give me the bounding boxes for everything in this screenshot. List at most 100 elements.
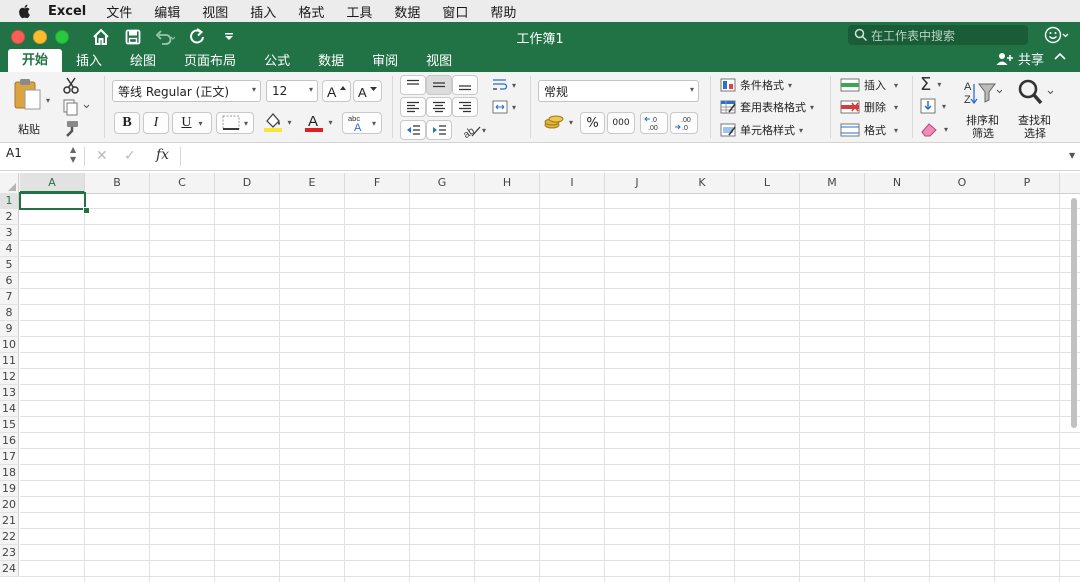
find-select-button[interactable]: 查找和 选择 [1014, 78, 1058, 140]
home-button[interactable] [90, 26, 112, 48]
copy-button[interactable] [62, 98, 90, 120]
font-name-select[interactable]: 等线 Regular (正文) ▾ [112, 80, 261, 102]
row-header-11[interactable]: 11 [0, 353, 19, 369]
merge-center-button[interactable]: ▾ [486, 97, 522, 117]
insert-cells-button[interactable]: 插入 ▾ [840, 77, 898, 93]
sheet-search-input[interactable]: 在工作表中搜索 [848, 25, 1028, 45]
column-header-i[interactable]: I [540, 173, 605, 193]
decrease-indent-button[interactable] [400, 120, 426, 140]
name-box[interactable]: A1 [6, 146, 22, 160]
apple-icon[interactable] [16, 2, 34, 20]
align-right-button[interactable] [452, 97, 478, 117]
align-bottom-button[interactable] [452, 75, 478, 95]
underline-button[interactable]: U ▾ [172, 112, 212, 134]
column-header-m[interactable]: M [800, 173, 865, 193]
column-header-l[interactable]: L [735, 173, 800, 193]
row-header-15[interactable]: 15 [0, 417, 19, 433]
tab-home[interactable]: 开始 [8, 49, 63, 72]
column-header-f[interactable]: F [345, 173, 410, 193]
italic-button[interactable]: I [143, 112, 169, 134]
column-header-e[interactable]: E [280, 173, 345, 193]
format-painter-button[interactable] [62, 120, 80, 142]
column-header-g[interactable]: G [410, 173, 475, 193]
decrease-font-button[interactable]: A [353, 80, 382, 102]
bold-button[interactable]: B [114, 112, 140, 134]
row-header-9[interactable]: 9 [0, 321, 19, 337]
row-header-3[interactable]: 3 [0, 225, 19, 241]
conditional-formatting-button[interactable]: 条件格式 ▾ [720, 77, 792, 93]
row-header-19[interactable]: 19 [0, 481, 19, 497]
column-header-h[interactable]: H [475, 173, 540, 193]
sort-filter-button[interactable]: A Z 排序和 筛选 [962, 78, 1006, 140]
undo-button[interactable] [154, 26, 176, 48]
expand-formula-bar-icon[interactable]: ▼ [1069, 151, 1075, 160]
redo-button[interactable] [186, 26, 208, 48]
active-cell-a1[interactable] [19, 192, 86, 210]
customize-toolbar-button[interactable] [218, 26, 240, 48]
font-size-select[interactable]: 12 ▾ [266, 80, 318, 102]
save-button[interactable] [122, 26, 144, 48]
row-header-14[interactable]: 14 [0, 401, 19, 417]
feedback-button[interactable] [1044, 25, 1074, 45]
row-header-18[interactable]: 18 [0, 465, 19, 481]
column-header-o[interactable]: O [930, 173, 995, 193]
tab-page-layout[interactable]: 页面布局 [170, 51, 250, 72]
column-header-b[interactable]: B [85, 173, 150, 193]
wrap-text-button[interactable]: ▾ [486, 75, 522, 95]
vertical-scrollbar[interactable] [1071, 198, 1077, 428]
borders-button[interactable]: ▾ [216, 112, 254, 134]
row-header-22[interactable]: 22 [0, 529, 19, 545]
column-header-p[interactable]: P [995, 173, 1060, 193]
app-name-menu[interactable]: Excel [48, 4, 86, 19]
align-left-button[interactable] [400, 97, 426, 117]
row-header-23[interactable]: 23 [0, 545, 19, 561]
cancel-entry-icon[interactable]: ✕ [96, 148, 108, 164]
name-box-dropdown[interactable]: ▲ ▼ [70, 145, 76, 165]
select-all-button[interactable] [0, 173, 19, 193]
row-header-8[interactable]: 8 [0, 305, 19, 321]
confirm-entry-icon[interactable]: ✓ [124, 148, 136, 164]
collapse-ribbon-button[interactable] [1054, 50, 1066, 65]
font-color-button[interactable]: A ▾ [298, 111, 338, 133]
fill-handle[interactable] [83, 207, 90, 214]
paste-button[interactable]: ▾ 粘贴 [10, 78, 50, 138]
row-header-1[interactable]: 1 [0, 193, 19, 209]
share-button[interactable]: 共享 [996, 49, 1044, 68]
align-top-button[interactable] [400, 75, 426, 95]
menu-insert[interactable]: 插入 [250, 2, 276, 21]
row-header-17[interactable]: 17 [0, 449, 19, 465]
tab-view[interactable]: 视图 [412, 51, 466, 72]
tab-formulas[interactable]: 公式 [250, 51, 304, 72]
menu-window[interactable]: 窗口 [442, 2, 468, 21]
comma-style-button[interactable]: 000 [607, 112, 635, 134]
column-header-c[interactable]: C [150, 173, 215, 193]
cell-area[interactable] [20, 193, 1080, 582]
row-header-13[interactable]: 13 [0, 385, 19, 401]
row-header-24[interactable]: 24 [0, 561, 19, 577]
maximize-window-button[interactable] [55, 30, 69, 44]
tab-review[interactable]: 审阅 [358, 51, 412, 72]
menu-view[interactable]: 视图 [202, 2, 228, 21]
menu-tools[interactable]: 工具 [346, 2, 372, 21]
align-center-button[interactable] [426, 97, 452, 117]
row-header-10[interactable]: 10 [0, 337, 19, 353]
column-header-j[interactable]: J [605, 173, 670, 193]
fill-color-button[interactable]: ▾ [257, 111, 297, 133]
menu-format[interactable]: 格式 [298, 2, 324, 21]
autosum-button[interactable]: Σ ▾ [920, 74, 941, 95]
number-format-select[interactable]: 常规 ▾ [538, 80, 699, 102]
format-cells-button[interactable]: 格式 ▾ [840, 122, 898, 138]
percent-style-button[interactable]: % [580, 112, 605, 134]
tab-draw[interactable]: 绘图 [116, 51, 170, 72]
row-header-12[interactable]: 12 [0, 369, 19, 385]
row-header-16[interactable]: 16 [0, 433, 19, 449]
fill-button[interactable]: ▾ [920, 98, 946, 114]
increase-font-button[interactable]: A [322, 80, 351, 102]
column-header-a[interactable]: A [20, 173, 85, 193]
row-header-5[interactable]: 5 [0, 257, 19, 273]
menu-edit[interactable]: 编辑 [154, 2, 180, 21]
orientation-button[interactable]: ab ▾ [456, 120, 492, 140]
tab-insert[interactable]: 插入 [62, 51, 116, 72]
row-header-6[interactable]: 6 [0, 273, 19, 289]
column-header-k[interactable]: K [670, 173, 735, 193]
